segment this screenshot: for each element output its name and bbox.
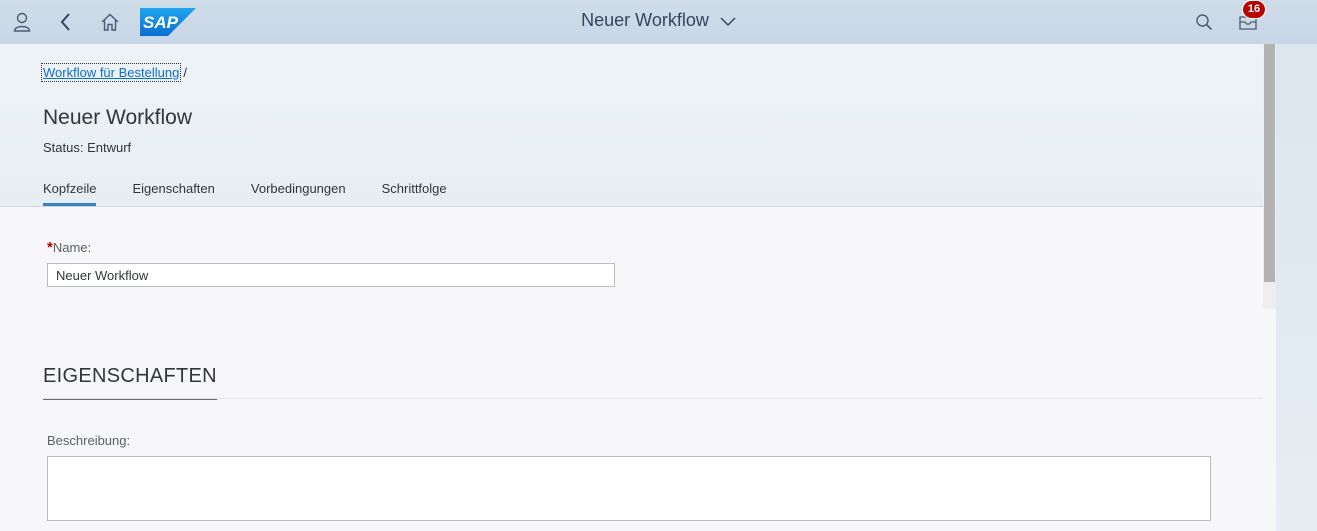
name-label-text: Name:	[52, 240, 92, 255]
chevron-down-icon	[720, 11, 736, 32]
section-title-eigenschaften: EIGENSCHAFTEN	[43, 365, 217, 400]
scrollbar-thumb[interactable]	[1264, 44, 1275, 282]
background-edge	[1276, 44, 1317, 531]
tab-kopfzeile[interactable]: Kopfzeile	[43, 181, 97, 206]
tab-eigenschaften[interactable]: Eigenschaften	[132, 181, 214, 206]
breadcrumb-link[interactable]: Workflow für Bestellung	[40, 63, 182, 82]
breadcrumb-separator: /	[183, 65, 187, 80]
breadcrumb: Workflow für Bestellung /	[40, 63, 187, 82]
notification-badge[interactable]: 16	[1243, 1, 1265, 18]
section-divider	[43, 398, 1263, 399]
scrollbar-track	[1263, 309, 1276, 531]
anchor-tab-bar: Kopfzeile Eigenschaften Vorbedingungen S…	[43, 181, 483, 206]
name-input[interactable]	[47, 263, 615, 287]
shell-title[interactable]: Neuer Workflow	[0, 10, 1317, 32]
scrollbar[interactable]	[1263, 44, 1276, 531]
description-textarea[interactable]	[47, 456, 1211, 521]
shell-title-text: Neuer Workflow	[581, 10, 709, 30]
page-header: Workflow für Bestellung / Neuer Workflow …	[0, 44, 1263, 207]
description-label: Beschreibung:	[47, 433, 131, 448]
page-title: Neuer Workflow	[43, 106, 192, 129]
object-page: Workflow für Bestellung / Neuer Workflow …	[0, 44, 1263, 531]
tab-schrittfolge[interactable]: Schrittfolge	[382, 181, 447, 206]
search-icon[interactable]	[1190, 8, 1218, 36]
status-text: Status: Entwurf	[43, 140, 132, 155]
tab-vorbedingungen[interactable]: Vorbedingungen	[251, 181, 346, 206]
name-label: *Name:	[47, 239, 91, 256]
shell-bar: SAP Neuer Workflow 16	[0, 0, 1317, 44]
